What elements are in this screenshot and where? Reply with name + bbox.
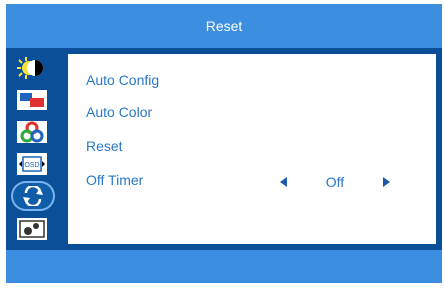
svg-text:OSD: OSD bbox=[24, 162, 39, 169]
osd-footer bbox=[6, 250, 442, 283]
off-timer-value: Off bbox=[325, 174, 345, 190]
off-timer-selector: Off bbox=[280, 172, 390, 192]
brightness-contrast-icon[interactable] bbox=[13, 54, 51, 82]
reset-icon[interactable] bbox=[11, 181, 55, 211]
color-icon[interactable] bbox=[13, 118, 51, 146]
previous-value-arrow-icon[interactable] bbox=[280, 177, 287, 187]
osd-frame: OSD Auto Config Auto Color Reset Off Tim… bbox=[6, 48, 442, 250]
menu-item-auto-color[interactable]: Auto Color bbox=[86, 104, 152, 120]
extra-settings-icon[interactable] bbox=[13, 215, 51, 243]
image-settings-icon[interactable] bbox=[13, 86, 51, 114]
menu-item-off-timer[interactable]: Off Timer bbox=[86, 172, 143, 188]
osd-title: Reset bbox=[205, 18, 243, 34]
osd-window: Reset OSD Auto Config Auto Color Reset O… bbox=[6, 4, 442, 283]
menu-panel: Auto Config Auto Color Reset Off Timer O… bbox=[68, 54, 436, 244]
menu-item-reset[interactable]: Reset bbox=[86, 138, 123, 154]
osd-settings-icon[interactable]: OSD bbox=[13, 150, 51, 178]
next-value-arrow-icon[interactable] bbox=[382, 177, 390, 187]
menu-item-auto-config[interactable]: Auto Config bbox=[86, 72, 159, 88]
category-icon-column: OSD bbox=[9, 54, 61, 247]
